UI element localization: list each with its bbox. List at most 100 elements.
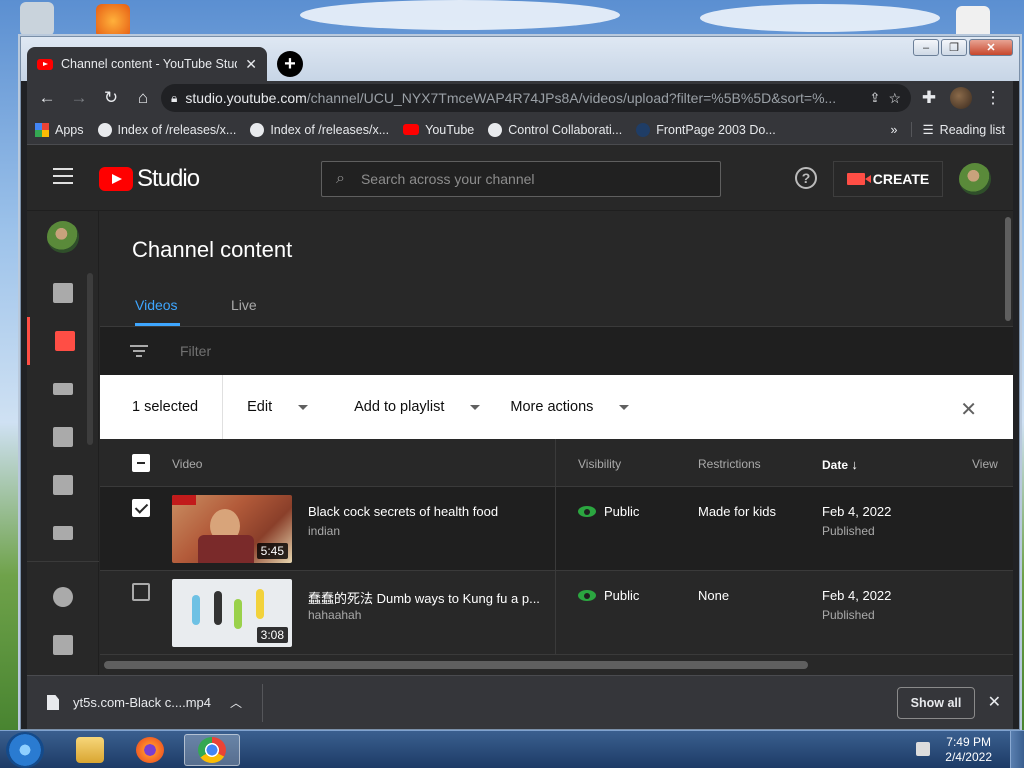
chevron-up-icon[interactable]: ︿ (230, 694, 242, 711)
show-all-button[interactable]: Show all (897, 687, 975, 719)
forward-icon[interactable]: → (65, 84, 93, 112)
bookmark-index-1[interactable]: Index of /releases/x... (97, 122, 236, 137)
reload-icon[interactable]: ↻ (97, 84, 125, 112)
video-duration: 5:45 (256, 543, 288, 559)
selection-bar: 1 selected Edit Add to playlist More act… (100, 375, 1013, 439)
tab-videos[interactable]: Videos (135, 297, 178, 313)
add-to-playlist-label: Add to playlist (354, 399, 445, 415)
video-thumbnail[interactable]: 3:08 (172, 579, 292, 647)
menu-icon[interactable] (53, 168, 73, 184)
bookmark-index-2[interactable]: Index of /releases/x... (250, 122, 390, 137)
browser-menu-icon[interactable]: ⋮ (979, 84, 1007, 112)
globe-icon (488, 122, 503, 137)
row-checkbox[interactable] (132, 583, 150, 601)
visibility-cell[interactable]: Public (578, 504, 639, 519)
settings-icon[interactable] (27, 573, 99, 621)
network-icon[interactable] (916, 742, 930, 756)
bookmark-youtube[interactable]: YouTube (403, 123, 474, 137)
file-desktop-icon[interactable] (956, 6, 990, 40)
visibility-cell[interactable]: Public (578, 588, 639, 603)
show-desktop-button[interactable] (1010, 731, 1024, 768)
account-avatar[interactable] (959, 163, 991, 195)
rail-scrollbar[interactable] (87, 273, 93, 445)
reading-list-button[interactable]: ☰ Reading list (911, 122, 1005, 137)
restore-icon[interactable]: ❐ (941, 39, 967, 56)
filter-icon[interactable] (130, 345, 148, 357)
browser-toolbar: ← → ↻ ⌂ 🔒︎ studio.youtube.com/channel/UC… (27, 81, 1013, 115)
bookmark-apps[interactable]: Apps (35, 122, 84, 137)
create-label: CREATE (872, 171, 930, 187)
subtitles-icon[interactable] (27, 509, 99, 557)
explorer-taskbar-icon[interactable] (62, 734, 118, 766)
comments-icon[interactable] (27, 461, 99, 509)
close-tab-icon[interactable]: ✕ (245, 56, 257, 73)
filter-bar[interactable]: Filter (100, 327, 1013, 375)
download-item[interactable]: yt5s.com-Black c....mp4 ︿ (27, 683, 263, 722)
create-button[interactable]: CREATE (833, 161, 943, 197)
extensions-icon[interactable]: ✚ (915, 84, 943, 112)
bookmark-label: Apps (55, 122, 84, 137)
horizontal-scrollbar[interactable] (104, 661, 808, 669)
minimize-icon[interactable]: – (913, 39, 939, 56)
add-to-playlist-dropdown[interactable]: Add to playlist (354, 375, 481, 439)
search-input[interactable]: ⌕ Search across your channel (321, 161, 721, 197)
video-title[interactable]: 蠢蠢的死法 Dumb ways to Kung fu a p... (308, 588, 548, 607)
restrictions-cell: None (698, 588, 730, 603)
edit-dropdown[interactable]: Edit (247, 375, 309, 439)
feedback-icon[interactable] (27, 621, 99, 669)
channel-avatar[interactable] (27, 213, 99, 261)
start-button[interactable] (6, 732, 44, 768)
url-path: /channel/UCU_NYX7TmceWAP4R74JPs8A/videos… (306, 90, 837, 106)
row-checkbox[interactable] (132, 499, 150, 517)
home-icon[interactable]: ⌂ (129, 84, 157, 112)
close-window-icon[interactable]: ✕ (969, 39, 1013, 56)
select-all-checkbox[interactable] (132, 454, 150, 472)
new-tab-button[interactable]: + (277, 51, 303, 77)
clear-selection-icon[interactable]: ✕ (960, 397, 977, 422)
url-text[interactable]: studio.youtube.com/channel/UCU_NYX7TmceW… (185, 90, 861, 106)
lock-icon[interactable]: 🔒︎ (171, 91, 177, 106)
bookmark-label: Index of /releases/x... (270, 122, 390, 137)
tab-strip: Channel content - YouTube Studio ✕ + (27, 45, 303, 81)
table-row[interactable]: 3:08 蠢蠢的死法 Dumb ways to Kung fu a p... h… (100, 571, 1013, 655)
page-title: Channel content (132, 237, 293, 262)
tab-live[interactable]: Live (231, 297, 257, 313)
date-cell: Feb 4, 2022 (822, 504, 892, 519)
cloud (700, 4, 940, 32)
back-icon[interactable]: ← (33, 84, 61, 112)
bookmark-star-icon[interactable]: ☆ (888, 90, 901, 107)
status-cell: Published (822, 608, 875, 622)
address-bar[interactable]: 🔒︎ studio.youtube.com/channel/UCU_NYX7Tm… (161, 84, 911, 112)
vertical-scrollbar[interactable] (1005, 217, 1011, 321)
bookmark-frontpage[interactable]: FrontPage 2003 Do... (636, 122, 776, 137)
chrome-taskbar-icon[interactable] (184, 734, 240, 766)
firefox-taskbar-icon[interactable] (122, 734, 178, 766)
studio-logo[interactable]: Studio (99, 165, 200, 193)
table-row[interactable]: 5:45 Black cock secrets of health food i… (100, 487, 1013, 571)
browser-tab[interactable]: Channel content - YouTube Studio ✕ (27, 47, 267, 81)
close-download-bar-icon[interactable]: ✕ (988, 692, 1001, 712)
bookmark-control-collaboration[interactable]: Control Collaborati... (488, 122, 622, 137)
video-thumbnail[interactable]: 5:45 (172, 495, 292, 563)
firefox-desktop-icon[interactable] (96, 4, 130, 38)
taskbar-clock[interactable]: 7:49 PM 2/4/2022 (945, 735, 992, 765)
more-bookmarks-button[interactable]: » (891, 123, 898, 137)
column-date[interactable]: Date ↓ (822, 457, 858, 472)
profile-avatar[interactable] (947, 84, 975, 112)
status-cell: Published (822, 524, 875, 538)
column-restrictions[interactable]: Restrictions (698, 457, 761, 471)
column-visibility[interactable]: Visibility (578, 457, 621, 471)
column-views[interactable]: View (972, 457, 998, 471)
column-video[interactable]: Video (172, 457, 202, 471)
video-title[interactable]: Black cock secrets of health food (308, 504, 548, 519)
share-icon[interactable]: ⇪ (870, 90, 881, 106)
recycle-bin-icon[interactable] (20, 2, 54, 36)
main-content: Channel content Videos Live Filter 1 sel… (100, 211, 1013, 675)
reading-list-label: Reading list (939, 122, 1005, 137)
help-icon[interactable]: ? (795, 167, 817, 189)
more-actions-dropdown[interactable]: More actions (510, 375, 630, 439)
download-bar: yt5s.com-Black c....mp4 ︿ Show all ✕ (27, 675, 1013, 729)
bookmark-label: YouTube (425, 122, 475, 137)
globe-icon (97, 122, 112, 137)
video-description: indian (308, 524, 341, 538)
